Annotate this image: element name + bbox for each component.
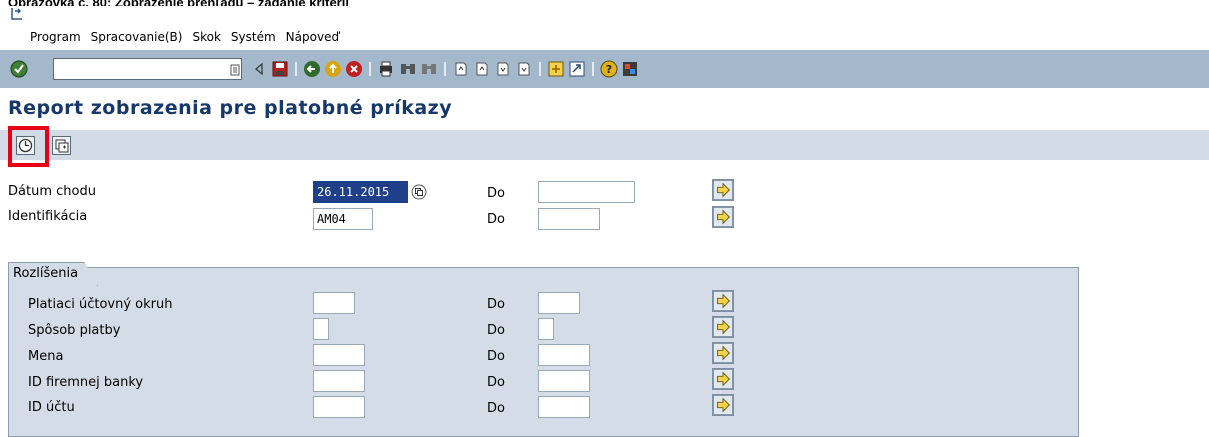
- back-triangle-icon[interactable]: [250, 60, 268, 78]
- shortcut-icon[interactable]: [568, 60, 586, 78]
- execute-highlight-frame: [8, 126, 49, 167]
- command-dropdown-icon[interactable]: [230, 64, 240, 76]
- to-label: Do: [487, 323, 505, 338]
- run-date-field[interactable]: 26.11.2015: [313, 181, 408, 203]
- previous-page-icon[interactable]: [473, 60, 491, 78]
- to-field[interactable]: [538, 396, 590, 418]
- multiple-selection-icon[interactable]: [712, 290, 734, 312]
- menu-skok[interactable]: Skok: [192, 30, 220, 44]
- menu-system[interactable]: Systém: [231, 30, 276, 44]
- get-variant-icon[interactable]: [52, 136, 71, 155]
- toolbar-separator: [295, 62, 297, 76]
- toolbar-separator: [369, 62, 371, 76]
- identification-label: Identifikácia: [8, 209, 88, 224]
- help-icon[interactable]: ?: [600, 60, 618, 78]
- multiple-selection-icon[interactable]: [712, 179, 734, 201]
- back-icon[interactable]: [303, 60, 321, 78]
- cancel-icon[interactable]: [345, 60, 363, 78]
- page-title: Report zobrazenia pre platobné príkazy: [8, 97, 453, 119]
- group-title: Rozlíšenia: [8, 262, 98, 286]
- create-session-icon[interactable]: [547, 60, 565, 78]
- to-field[interactable]: [538, 318, 554, 340]
- svg-text:?: ?: [606, 63, 612, 76]
- from-field[interactable]: [313, 318, 329, 340]
- to-label: Do: [487, 375, 505, 390]
- toolbar-separator: [444, 62, 446, 76]
- layout-menu-icon[interactable]: [621, 60, 639, 78]
- to-field[interactable]: [538, 370, 590, 392]
- run-date-to-field[interactable]: [538, 181, 635, 203]
- last-page-icon[interactable]: [515, 60, 533, 78]
- application-toolbar-strip: [0, 130, 1209, 160]
- row-label: Spôsob platby: [28, 323, 121, 338]
- date-picker-icon[interactable]: [411, 184, 427, 200]
- exit-icon[interactable]: [324, 60, 342, 78]
- from-field[interactable]: [313, 292, 355, 314]
- application-toolbar: [0, 126, 1209, 168]
- menu-napoveda[interactable]: Nápoveď: [286, 30, 339, 44]
- from-field[interactable]: [313, 370, 365, 392]
- row-label: ID účtu: [28, 400, 75, 415]
- to-field[interactable]: [538, 292, 580, 314]
- next-page-icon[interactable]: [494, 60, 512, 78]
- multiple-selection-icon[interactable]: [712, 206, 734, 228]
- row-label: Platiaci účtovný okruh: [28, 297, 173, 312]
- to-label: Do: [487, 401, 505, 416]
- toolbar-separator: [592, 62, 594, 76]
- toolbar-separator: [539, 62, 541, 76]
- identification-to-label: Do: [487, 212, 505, 227]
- find-icon[interactable]: [399, 60, 417, 78]
- multiple-selection-icon[interactable]: [712, 394, 734, 416]
- row-label: ID firemnej banky: [28, 375, 144, 390]
- first-page-icon[interactable]: [452, 60, 470, 78]
- multiple-selection-icon[interactable]: [712, 342, 734, 364]
- print-icon[interactable]: [377, 60, 395, 78]
- multiple-selection-icon[interactable]: [712, 368, 734, 390]
- command-field[interactable]: [53, 58, 242, 80]
- menu-bar: Program Spracovanie(B) Skok Systém Nápov…: [0, 6, 1209, 49]
- find-next-icon[interactable]: [420, 60, 438, 78]
- to-label: Do: [487, 297, 505, 312]
- multiple-selection-icon[interactable]: [712, 316, 734, 338]
- to-label: Do: [487, 349, 505, 364]
- identification-to-field[interactable]: [538, 208, 600, 230]
- to-field[interactable]: [538, 344, 590, 366]
- title-bar: Report zobrazenia pre platobné príkazy: [0, 88, 1209, 126]
- row-label: Mena: [28, 349, 64, 364]
- run-date-to-label: Do: [487, 186, 505, 201]
- run-date-label: Dátum chodu: [8, 184, 96, 199]
- menu-program[interactable]: Program: [30, 30, 81, 44]
- save-icon[interactable]: [271, 60, 289, 78]
- menu-spracovanie[interactable]: Spracovanie(B): [91, 30, 183, 44]
- from-field[interactable]: [313, 396, 365, 418]
- identification-field[interactable]: AM04: [313, 208, 373, 230]
- from-field[interactable]: [313, 344, 365, 366]
- system-toolbar: ?: [0, 50, 1209, 88]
- enter-check-icon[interactable]: [10, 60, 28, 78]
- menu-arrow-icon[interactable]: [10, 7, 24, 21]
